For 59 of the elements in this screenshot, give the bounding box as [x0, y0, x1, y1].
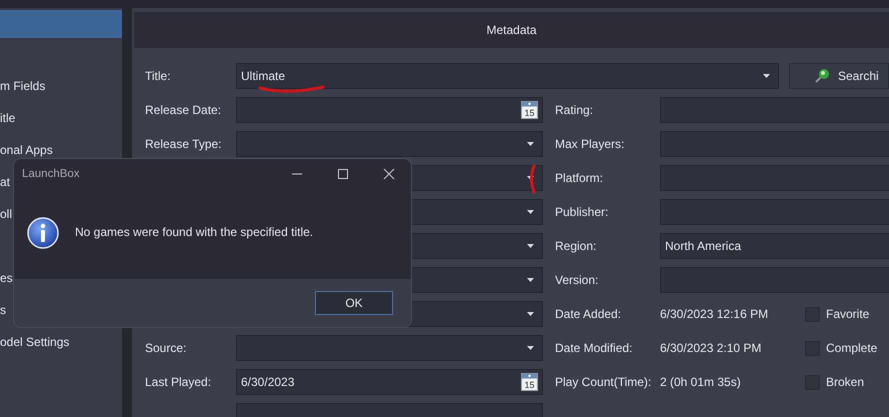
- input-field[interactable]: [660, 165, 889, 191]
- checkbox-label: Favorite: [826, 307, 870, 321]
- sidebar-item[interactable]: m Fields: [0, 70, 122, 102]
- dropdown-caret-icon: [527, 176, 534, 180]
- field-label: Release Date:: [145, 103, 222, 117]
- info-icon: [27, 217, 59, 249]
- sidebar-item[interactable]: itle: [0, 102, 122, 134]
- input-field[interactable]: [660, 199, 889, 225]
- field-label: Date Modified:: [555, 341, 634, 355]
- input-field[interactable]: [660, 267, 889, 293]
- dropdown-field[interactable]: [236, 335, 543, 361]
- input-field[interactable]: North America: [660, 233, 889, 259]
- dialog-title: LaunchBox: [22, 168, 80, 180]
- field-label: Platform:: [555, 171, 604, 185]
- search-button[interactable]: Searchi: [789, 63, 889, 89]
- field-label: Date Added:: [555, 307, 622, 321]
- checkbox-label: Complete: [826, 341, 878, 355]
- dropdown-caret-icon: [527, 312, 534, 316]
- dropdown-caret-icon: [527, 278, 534, 282]
- field-value: 6/30/2023 2:10 PM: [660, 341, 762, 355]
- magnifier-icon: [814, 68, 830, 84]
- field-label: Source:: [145, 341, 188, 355]
- field-label: Max Players:: [555, 137, 626, 151]
- dropdown-caret-icon: [527, 142, 534, 146]
- calendar-icon: 15: [521, 101, 538, 119]
- dropdown-caret-icon: [763, 74, 770, 78]
- checkbox[interactable]: [805, 340, 820, 356]
- checkbox[interactable]: [805, 306, 820, 322]
- field-label: Title:: [145, 69, 172, 83]
- field-label: Rating:: [555, 103, 594, 117]
- dropdown-caret-icon: [527, 244, 534, 248]
- field-label: Last Played:: [145, 375, 212, 389]
- checkbox[interactable]: [805, 374, 820, 390]
- ok-button[interactable]: OK: [315, 291, 393, 315]
- close-icon: [383, 168, 395, 180]
- maximize-icon: [337, 168, 349, 180]
- bracket-annotation: [528, 164, 538, 194]
- underline-annotation: [257, 83, 327, 95]
- dialog-message: No games were found with the specified title.: [75, 225, 314, 239]
- date-field[interactable]: 15: [236, 97, 543, 123]
- field-label: Version:: [555, 273, 600, 287]
- input-field[interactable]: [660, 97, 889, 123]
- date-field[interactable]: 6/30/2023 15: [236, 369, 543, 395]
- title-combo-box[interactable]: Ultimate: [236, 63, 779, 89]
- section-header: Metadata: [134, 12, 889, 48]
- sidebar-item[interactable]: [0, 10, 122, 38]
- checkbox-label: Broken: [826, 375, 864, 389]
- field-label: Region:: [555, 239, 598, 253]
- field-label: Play Count(Time):: [555, 375, 652, 389]
- field-label: Publisher:: [555, 205, 610, 219]
- dropdown-caret-icon: [527, 346, 534, 350]
- dropdown-field[interactable]: [236, 131, 543, 157]
- sidebar-item[interactable]: odel Settings: [0, 326, 122, 358]
- input-field[interactable]: [660, 131, 889, 157]
- calendar-icon: 15: [521, 373, 538, 391]
- field-value: 6/30/2023 12:16 PM: [660, 307, 770, 321]
- dropdown-caret-icon: [527, 210, 534, 214]
- field-value: 2 (0h 01m 35s): [660, 375, 742, 389]
- field-label: Release Type:: [145, 137, 222, 151]
